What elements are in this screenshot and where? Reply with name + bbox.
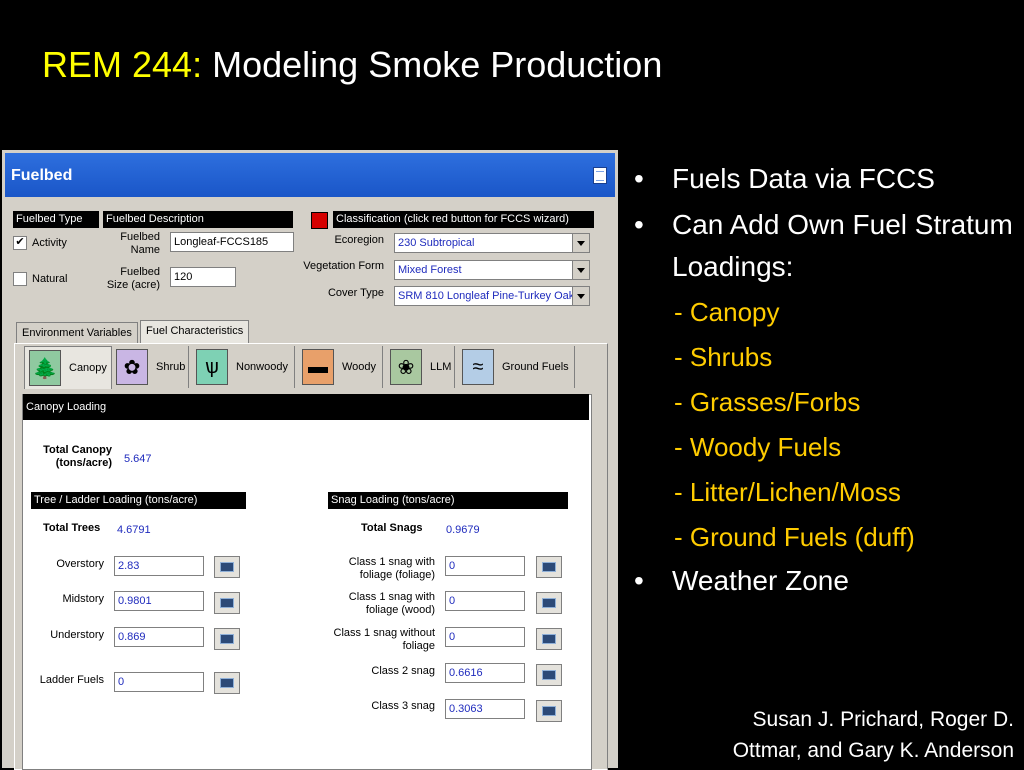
class1-no-foliage-input[interactable]: 0 — [445, 627, 525, 647]
snag-loading-header: Snag Loading (tons/acre) — [328, 492, 568, 509]
ecoregion-select[interactable]: 230 Subtropical — [394, 233, 590, 253]
cover-type-select[interactable]: SRM 810 Longleaf Pine-Turkey Oak — [394, 286, 590, 306]
sub-item-woody: - Woody Fuels — [674, 432, 842, 462]
class1-no-foliage-label: Class 1 snag without foliage — [333, 627, 436, 652]
class1-foliage-foliage-input[interactable]: 0 — [445, 556, 525, 576]
total-canopy-value: 5.647 — [124, 453, 152, 465]
canopy-loading-header: Canopy Loading — [23, 394, 589, 420]
grass-icon: ѱ — [196, 349, 228, 385]
fuel-tab-nonwoody[interactable]: ѱ Nonwoody — [192, 346, 295, 388]
cover-type-label: Cover Type — [327, 287, 384, 299]
ladder-fuels-input[interactable]: 0 — [114, 672, 204, 692]
class1-foliage-wood-input[interactable]: 0 — [445, 591, 525, 611]
ecoregion-label: Ecoregion — [334, 234, 384, 246]
natural-checkbox[interactable] — [13, 272, 27, 286]
window-title: Fuelbed — [11, 167, 73, 184]
calculator-icon[interactable] — [536, 628, 562, 650]
midstory-label: Midstory — [62, 593, 104, 605]
fuelbed-type-header: Fuelbed Type — [13, 211, 99, 228]
fuelbed-size-input[interactable]: 120 — [170, 267, 236, 287]
total-canopy-label: Total Canopy (tons/acre) — [43, 444, 112, 469]
calculator-icon[interactable] — [214, 628, 240, 650]
fuel-tab-ground-fuels[interactable]: ≈ Ground Fuels — [458, 346, 575, 388]
vegetation-form-select[interactable]: Mixed Forest — [394, 260, 590, 280]
bullet-item: • Fuels Data via FCCS — [634, 163, 935, 194]
chevron-down-icon[interactable] — [572, 287, 589, 305]
calculator-icon[interactable] — [536, 556, 562, 578]
fuel-tab-llm[interactable]: ❀ LLM — [386, 346, 455, 388]
fccs-wizard-button[interactable] — [311, 212, 328, 229]
fuelbed-description-header: Fuelbed Description — [103, 211, 293, 228]
tree-icon: 🌲 — [29, 350, 61, 386]
calculator-icon[interactable] — [214, 672, 240, 694]
moss-icon: ❀ — [390, 349, 422, 385]
chevron-down-icon[interactable] — [572, 261, 589, 279]
bullet-list: • Fuels Data via FCCS • Can Add Own Fuel S… — [634, 158, 1024, 602]
total-snags-label: Total Snags — [361, 522, 423, 534]
sub-item-ground: - Ground Fuels (duff) — [674, 522, 915, 552]
course-code: REM 244: — [42, 44, 203, 85]
total-trees-label: Total Trees — [43, 522, 101, 534]
slide-topic: Modeling Smoke Production — [212, 44, 663, 85]
calculator-icon[interactable] — [214, 556, 240, 578]
vegetation-form-label: Vegetation Form — [303, 260, 384, 272]
tab-environment-variables[interactable]: Environment Variables — [16, 322, 138, 343]
fuelbed-name-label: Fuelbed Name — [120, 231, 160, 256]
class3-snag-input[interactable]: 0.3063 — [445, 699, 525, 719]
understory-label: Understory — [50, 629, 104, 641]
class2-snag-input[interactable]: 0.6616 — [445, 663, 525, 683]
shrub-icon: ✿ — [116, 349, 148, 385]
overstory-label: Overstory — [56, 558, 104, 570]
calculator-icon[interactable] — [536, 592, 562, 614]
activity-checkbox[interactable]: ✔ — [13, 236, 27, 250]
calculator-icon[interactable] — [536, 664, 562, 686]
natural-label: Natural — [32, 273, 68, 285]
total-trees-value: 4.6791 — [117, 524, 151, 536]
midstory-input[interactable]: 0.9801 — [114, 591, 204, 611]
fuelbed-name-input[interactable]: Longleaf-FCCS185 — [170, 232, 294, 252]
total-snags-value: 0.9679 — [446, 524, 480, 536]
activity-label: Activity — [32, 237, 67, 249]
tree-ladder-header: Tree / Ladder Loading (tons/acre) — [31, 492, 246, 509]
log-icon: ▬ — [302, 349, 334, 385]
class1-foliage-foliage-label: Class 1 snag with foliage (foliage) — [348, 556, 435, 581]
sub-item-canopy: - Canopy — [674, 297, 780, 327]
fuel-tab-shrub[interactable]: ✿ Shrub — [112, 346, 189, 388]
classification-header: Classification (click red button for FCC… — [333, 211, 594, 228]
sub-item-shrubs: - Shrubs — [674, 342, 773, 372]
tab-fuel-characteristics[interactable]: Fuel Characteristics — [140, 320, 250, 344]
class1-foliage-wood-label: Class 1 snag with foliage (wood) — [348, 591, 435, 616]
ground-icon: ≈ — [462, 349, 494, 385]
fuel-tab-woody[interactable]: ▬ Woody — [298, 346, 383, 388]
calculator-icon[interactable] — [214, 592, 240, 614]
window-menu-icon[interactable] — [593, 167, 607, 184]
slide-title: REM 244: Modeling Smoke Production — [42, 44, 662, 86]
understory-input[interactable]: 0.869 — [114, 627, 204, 647]
ladder-fuels-label: Ladder Fuels — [39, 674, 104, 686]
bullet-item: • Can Add Own Fuel Stratum Loadings: — [634, 209, 1013, 282]
bullet-item: • Weather Zone — [634, 565, 849, 596]
fuelbed-size-label: Fuelbed Size (acre) — [106, 266, 160, 291]
chevron-down-icon[interactable] — [572, 234, 589, 252]
sub-item-grasses: - Grasses/Forbs — [674, 387, 861, 417]
sub-item-litter: - Litter/Lichen/Moss — [674, 477, 901, 507]
credits: Susan J. Prichard, Roger D. Ottmar, and … — [732, 708, 1014, 762]
calculator-icon[interactable] — [536, 700, 562, 722]
window-titlebar: Fuelbed — [5, 153, 615, 197]
fuel-tab-canopy[interactable]: 🌲 Canopy — [24, 346, 112, 389]
overstory-input[interactable]: 2.83 — [114, 556, 204, 576]
class2-snag-label: Class 2 snag — [371, 665, 435, 677]
class3-snag-label: Class 3 snag — [371, 700, 435, 712]
